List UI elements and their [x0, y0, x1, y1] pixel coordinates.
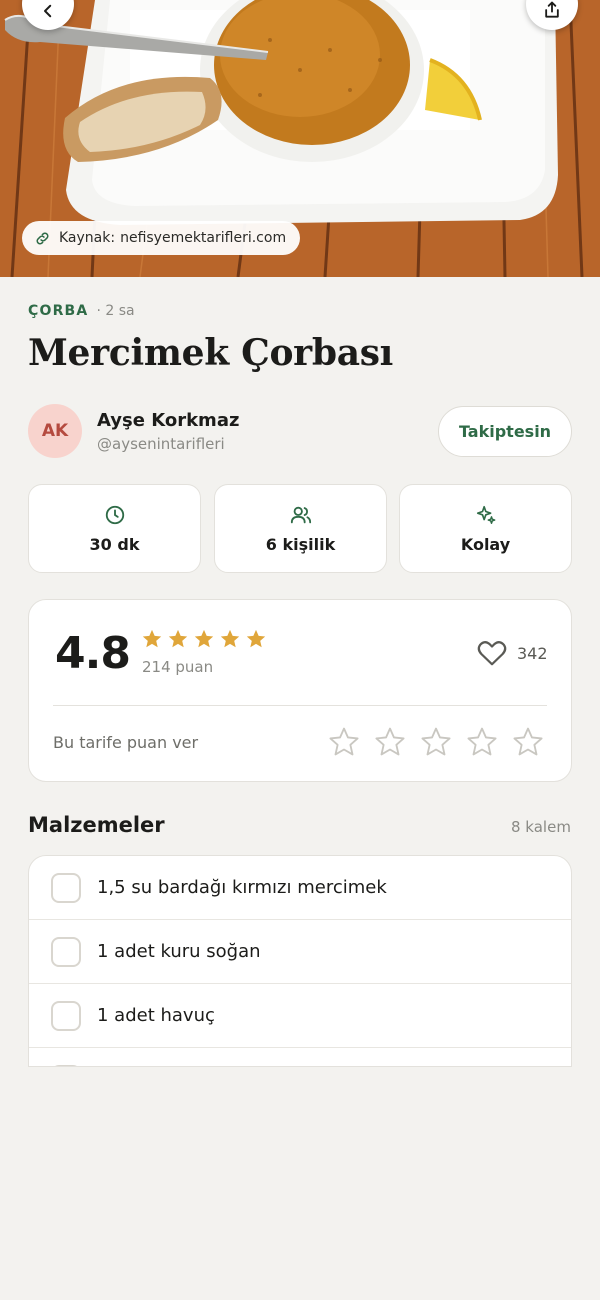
ingredient-checkbox[interactable]	[51, 872, 81, 903]
category-label[interactable]: ÇORBA	[28, 303, 88, 319]
sparkles-icon	[476, 505, 495, 524]
recipe-title: Mercimek Çorbası	[28, 332, 394, 374]
average-stars	[141, 628, 267, 650]
star-filled-icon	[142, 629, 162, 648]
author-handle: @aysenintarifleri	[97, 434, 225, 453]
recipe-meta: ÇORBA · 2 sa	[28, 303, 135, 319]
users-icon	[290, 506, 311, 523]
ingredients-count: 8 kalem	[511, 818, 571, 836]
star-filled-icon	[246, 629, 266, 648]
author-profile[interactable]: AK Ayşe Korkmaz @aysenintarifleri	[28, 404, 239, 458]
ingredient-checkbox[interactable]	[51, 936, 81, 967]
rating-value: 4.8	[55, 628, 131, 679]
stat-time: 30 dk	[28, 484, 201, 573]
ingredient-text: 1 adet kuru soğan	[97, 941, 261, 962]
rating-card: 4.8 214 puan 342 Bu tarife puan ver	[28, 599, 572, 782]
author-name[interactable]: Ayşe Korkmaz	[97, 410, 239, 431]
stat-servings-label: 6 kişilik	[265, 534, 336, 554]
star-filled-icon	[194, 629, 214, 648]
recipe-hero-image: Kaynak: nefisyemektarifleri.com	[0, 0, 600, 277]
share-icon	[545, 1, 559, 18]
rate-star-2-icon[interactable]	[373, 725, 407, 759]
list-item[interactable]: 1 adet havuç	[29, 984, 571, 1048]
avatar[interactable]: AK	[28, 404, 82, 458]
rate-star-3-icon[interactable]	[419, 725, 453, 759]
like-button[interactable]: 342	[475, 638, 548, 668]
ingredient-checkbox[interactable]	[51, 1064, 81, 1066]
ingredients-list: 1,5 su bardağı kırmızı mercimek 1 adet k…	[28, 855, 572, 1067]
source-prefix: Kaynak:	[59, 230, 116, 246]
list-item[interactable]	[29, 1048, 571, 1066]
stat-difficulty: Kolay	[399, 484, 572, 573]
list-item[interactable]: 1 adet kuru soğan	[29, 920, 571, 984]
ingredients-title: Malzemeler	[28, 813, 165, 837]
star-filled-icon	[220, 629, 240, 648]
stat-difficulty-label: Kolay	[460, 534, 511, 554]
stat-servings: 6 kişilik	[214, 484, 387, 573]
source-domain: nefisyemektarifleri.com	[120, 230, 287, 246]
source-link[interactable]: Kaynak: nefisyemektarifleri.com	[22, 221, 301, 255]
star-filled-icon	[168, 629, 188, 648]
clock-icon	[105, 505, 124, 524]
chevron-left-icon	[44, 4, 52, 18]
rate-prompt: Bu tarife puan ver	[53, 733, 199, 752]
divider	[53, 705, 547, 706]
heart-icon	[477, 641, 507, 666]
like-count: 342	[517, 643, 548, 663]
ingredient-text: 1 adet havuç	[97, 1005, 215, 1026]
rate-stars	[327, 725, 545, 759]
rate-star-1-icon[interactable]	[327, 725, 361, 759]
ingredient-text: 1,5 su bardağı kırmızı mercimek	[97, 877, 387, 898]
posted-time: · 2 sa	[96, 303, 135, 319]
rate-star-4-icon[interactable]	[465, 725, 499, 759]
list-item[interactable]: 1,5 su bardağı kırmızı mercimek	[29, 856, 571, 920]
rating-count: 214 puan	[142, 658, 214, 676]
rate-star-5-icon[interactable]	[511, 725, 545, 759]
follow-button[interactable]: Takiptesin	[438, 406, 572, 457]
stat-time-label: 30 dk	[89, 534, 140, 554]
link-icon	[36, 232, 49, 244]
ingredient-checkbox[interactable]	[51, 1000, 81, 1031]
